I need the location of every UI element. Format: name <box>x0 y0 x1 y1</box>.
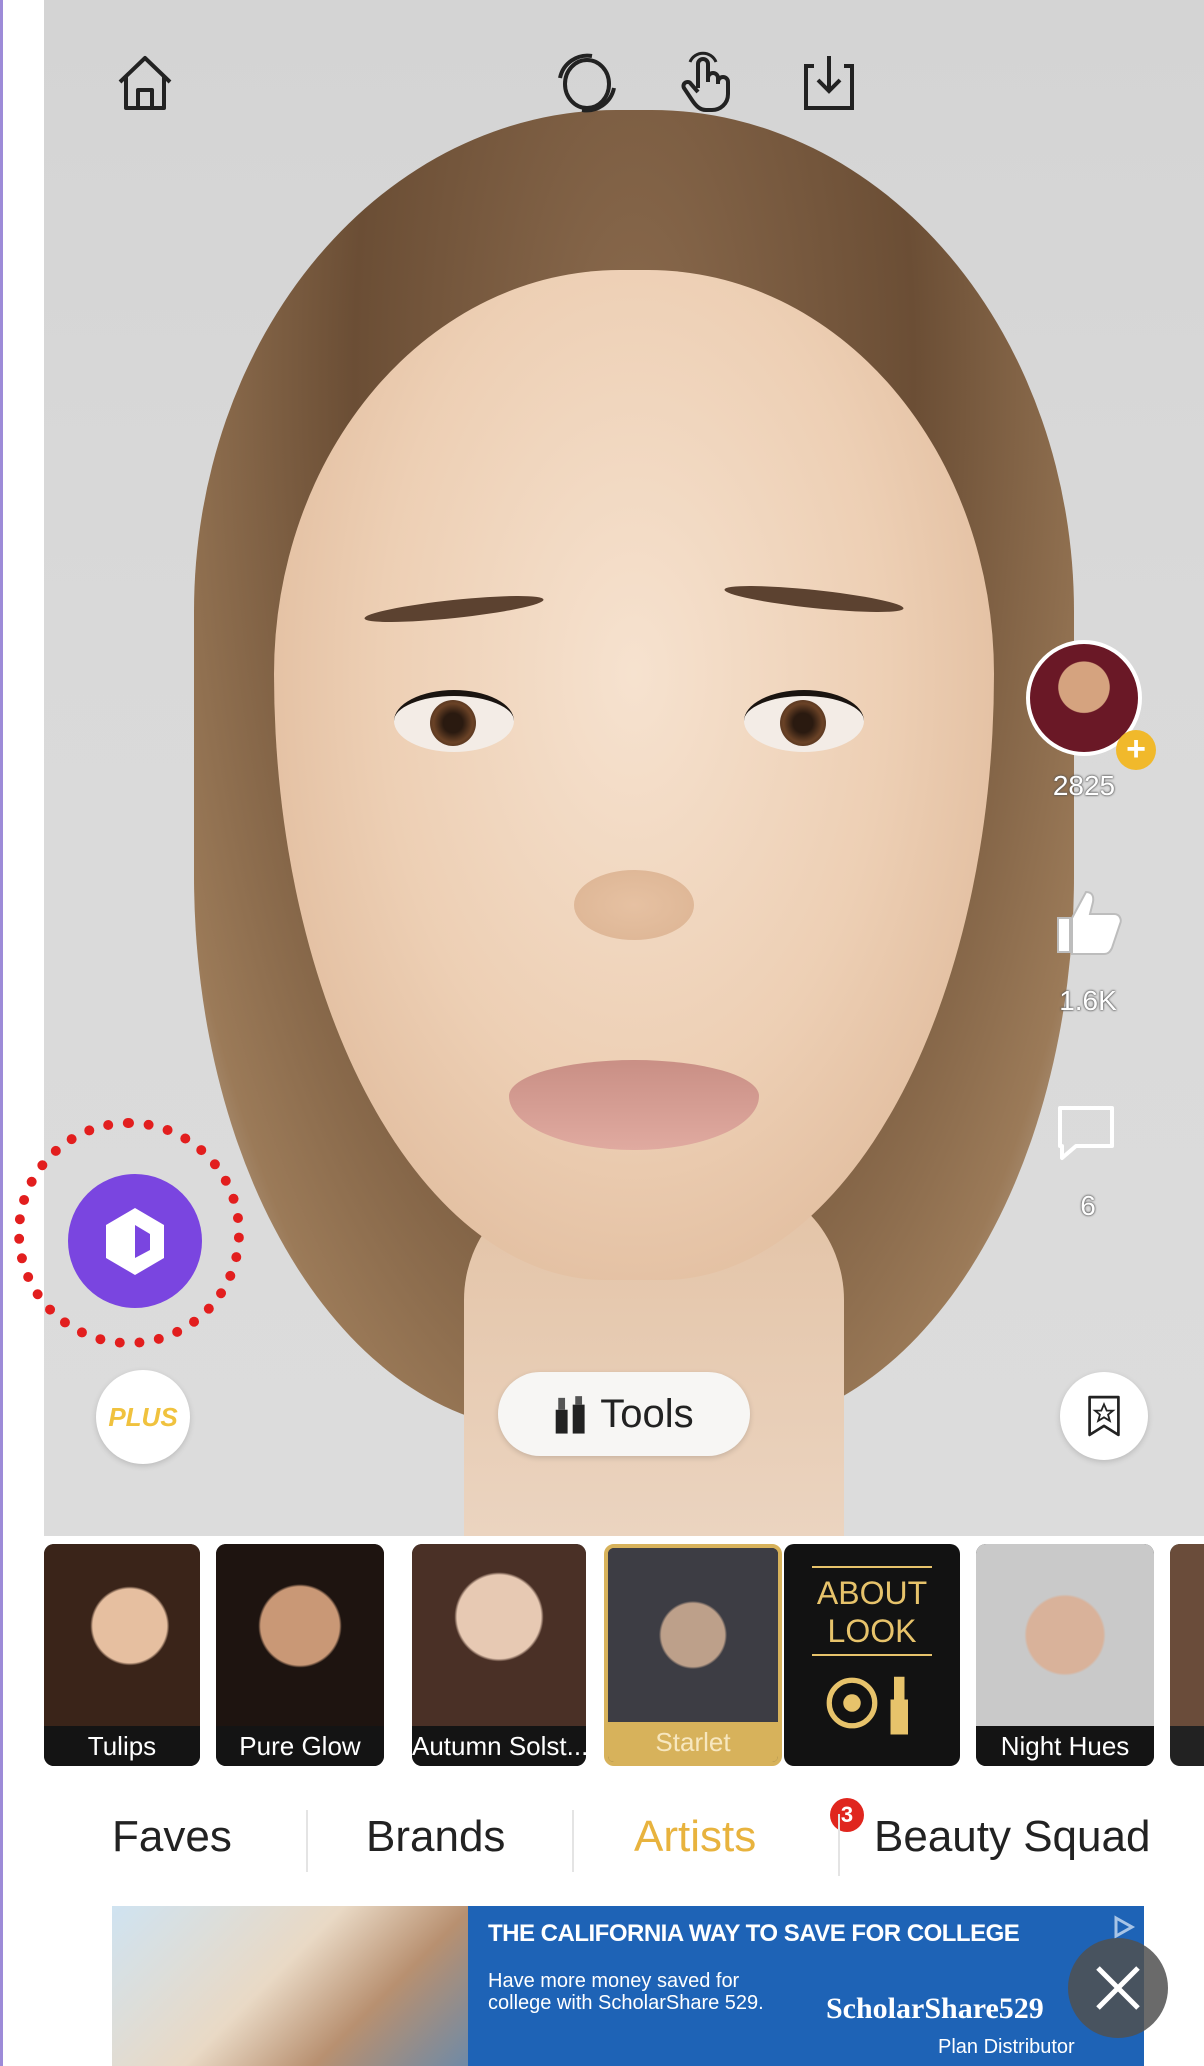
look-label: Autumn Solst... <box>412 1726 586 1766</box>
right-eye <box>744 690 864 752</box>
look-label: Night Hues <box>976 1726 1154 1766</box>
look-thumbnail <box>1170 1544 1204 1726</box>
bookmark-button[interactable] <box>1060 1372 1148 1460</box>
look-card-selected[interactable]: Starlet <box>604 1544 782 1766</box>
tab-brands[interactable]: Brands <box>366 1812 505 1862</box>
left-eyebrow <box>363 590 545 628</box>
ad-distributor: Plan Distributor <box>938 2036 1075 2058</box>
about-line-2: LOOK <box>827 1613 917 1649</box>
tab-divider <box>838 1814 840 1876</box>
bookmark-star-icon <box>1088 1395 1120 1437</box>
lips <box>509 1060 759 1150</box>
about-look-title: ABOUT LOOK <box>784 1574 960 1650</box>
right-eyebrow <box>723 580 905 618</box>
look-label: Tulips <box>44 1726 200 1766</box>
tab-artists[interactable]: Artists <box>634 1812 756 1862</box>
close-icon <box>1096 1966 1140 2010</box>
comments-count: 6 <box>1080 1190 1096 1221</box>
category-tabs: Faves Brands Artists 3 Beauty Squad <box>44 1780 1204 1890</box>
look-card[interactable]: Night Hues <box>976 1544 1154 1766</box>
ad-panel: THE CALIFORNIA WAY TO SAVE FOR COLLEGE H… <box>468 1906 1144 2066</box>
left-eye <box>394 690 514 752</box>
divider <box>812 1654 932 1656</box>
look-card[interactable]: Tulips <box>44 1544 200 1766</box>
ad-brand: ScholarShare529 <box>826 1992 1044 2025</box>
ad-body: Have more money saved for college with S… <box>488 1970 764 2014</box>
plus-button[interactable]: PLUS <box>96 1370 190 1464</box>
look-thumbnail <box>412 1544 586 1726</box>
follow-plus-icon[interactable]: + <box>1116 730 1156 770</box>
look-thumbnail <box>976 1544 1154 1726</box>
ad-close-button[interactable] <box>1068 1938 1168 2038</box>
compact-lipstick-icon <box>826 1676 908 1735</box>
tab-divider <box>306 1810 308 1872</box>
tools-label: Tools <box>600 1391 694 1436</box>
look-card[interactable]: Pure Glow <box>216 1544 384 1766</box>
looks-carousel[interactable]: Tulips Pure Glow Autumn Solst... Starlet… <box>44 1536 1204 1776</box>
look-label: Pure Glow <box>216 1726 384 1766</box>
cube-play-icon <box>106 1208 164 1275</box>
look-thumbnail <box>44 1544 200 1726</box>
home-icon[interactable] <box>110 48 180 118</box>
tab-divider <box>572 1810 574 1872</box>
like-icon[interactable] <box>1048 880 1128 960</box>
look-card-partial[interactable] <box>1170 1544 1204 1766</box>
look-thumbnail <box>608 1548 778 1722</box>
notification-badge: 3 <box>830 1798 864 1832</box>
tab-faves[interactable]: Faves <box>112 1812 232 1862</box>
touch-hand-icon[interactable] <box>672 48 742 118</box>
face-swap-icon[interactable] <box>552 48 622 118</box>
download-icon[interactable] <box>794 48 864 118</box>
look-label: Starlet <box>608 1722 778 1762</box>
assistant-button[interactable] <box>68 1174 202 1308</box>
tab-beauty-squad[interactable]: Beauty Squad <box>874 1812 1150 1862</box>
frame-border <box>0 0 3 2066</box>
makeup-tools-icon <box>555 1396 585 1434</box>
followers-count: 2825 <box>1052 770 1116 801</box>
right-iris <box>780 700 826 746</box>
comment-icon[interactable] <box>1054 1100 1118 1164</box>
left-iris <box>430 700 476 746</box>
ad-headline: THE CALIFORNIA WAY TO SAVE FOR COLLEGE <box>488 1920 1020 1947</box>
look-card[interactable]: Autumn Solst... <box>412 1544 586 1766</box>
tools-button[interactable]: Tools <box>498 1372 750 1456</box>
ad-banner[interactable]: THE CALIFORNIA WAY TO SAVE FOR COLLEGE H… <box>112 1906 1144 2066</box>
likes-count: 1.6K <box>1059 985 1117 1016</box>
divider <box>812 1566 932 1568</box>
about-look-card[interactable]: ABOUT LOOK <box>784 1544 960 1766</box>
about-line-1: ABOUT <box>816 1575 928 1611</box>
nose <box>574 870 694 940</box>
ad-photo <box>112 1906 468 2066</box>
look-thumbnail <box>216 1544 384 1726</box>
